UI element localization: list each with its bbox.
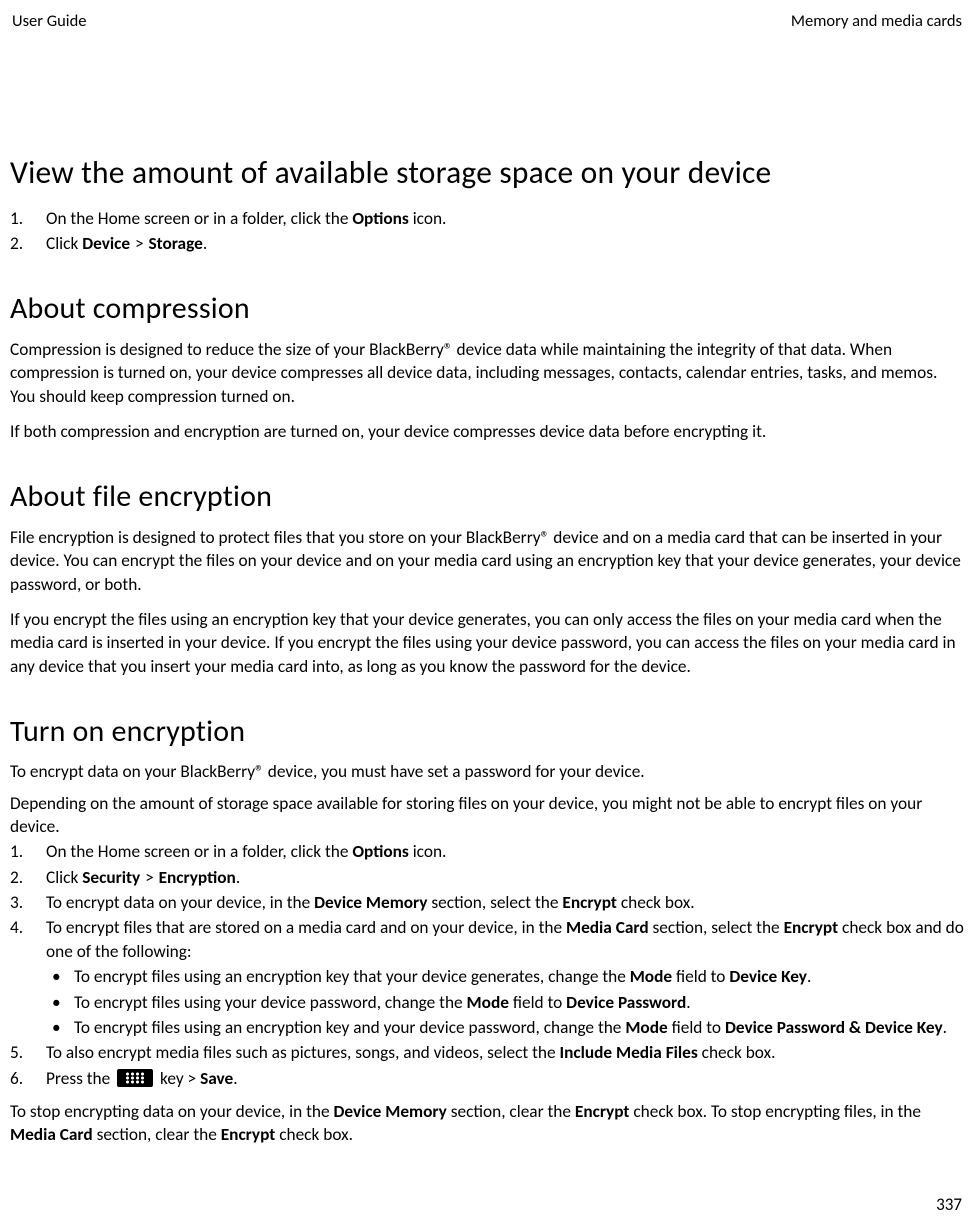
- list-item: To also encrypt media files such as pict…: [10, 1041, 964, 1064]
- paragraph: To stop encrypting data on your device, …: [10, 1100, 964, 1147]
- text: Press the: [46, 1068, 114, 1089]
- bold: Mode: [467, 992, 509, 1013]
- heading-view-storage: View the amount of available storage spa…: [10, 152, 964, 195]
- sub-bullets: To encrypt files using an encryption key…: [46, 965, 964, 1039]
- list-item: To encrypt files using an encryption key…: [46, 965, 964, 988]
- bold: Mode: [625, 1017, 667, 1038]
- text: To stop encrypting data on your device, …: [10, 1101, 333, 1122]
- bold: Encryption: [159, 867, 236, 888]
- list-item: To encrypt files using your device passw…: [46, 991, 964, 1014]
- bold: Encrypt: [562, 892, 617, 913]
- text: On the Home screen or in a folder, click…: [46, 208, 352, 229]
- header-right: Memory and media cards: [791, 10, 962, 32]
- paragraph: File encryption is designed to protect f…: [10, 526, 964, 596]
- list-item: To encrypt files using an encryption key…: [46, 1016, 964, 1039]
- heading-compression: About compression: [10, 289, 964, 330]
- text: section, select the: [427, 892, 562, 913]
- text: section, clear the: [447, 1101, 575, 1122]
- bold: Encrypt: [221, 1124, 276, 1145]
- text: icon.: [409, 841, 447, 862]
- list-item: Press the key > Save.: [10, 1067, 964, 1090]
- text: check box.: [698, 1042, 776, 1063]
- text: To encrypt files that are stored on a me…: [46, 917, 566, 938]
- paragraph: If you encrypt the files using an encryp…: [10, 608, 964, 678]
- page-number: 337: [936, 1194, 962, 1217]
- bold: Save: [200, 1068, 233, 1089]
- bold: Security: [82, 867, 140, 888]
- text: section, clear the: [93, 1124, 221, 1145]
- text: To also encrypt media files such as pict…: [46, 1042, 559, 1063]
- heading-file-encryption: About file encryption: [10, 477, 964, 518]
- paragraph: Compression is designed to reduce the si…: [10, 338, 964, 408]
- text: .: [236, 867, 240, 888]
- bold: Device Memory: [314, 892, 427, 913]
- list-item: Click Device > Storage.: [10, 232, 964, 255]
- bold: Mode: [630, 966, 672, 987]
- bold: Encrypt: [575, 1101, 630, 1122]
- bold: Options: [352, 841, 408, 862]
- text: To encrypt data on your device, in the: [46, 892, 314, 913]
- bold: Encrypt: [784, 917, 839, 938]
- text: To encrypt files using an encryption key…: [74, 966, 630, 987]
- breadcrumb-separator: >: [130, 233, 148, 254]
- paragraph: Depending on the amount of storage space…: [10, 792, 964, 839]
- text: .: [686, 992, 690, 1013]
- paragraph: If both compression and encryption are t…: [10, 420, 964, 443]
- bold: Device Memory: [333, 1101, 446, 1122]
- text: field to: [672, 966, 729, 987]
- text: check box.: [617, 892, 695, 913]
- list-item: On the Home screen or in a folder, click…: [10, 207, 964, 230]
- text: .: [943, 1017, 947, 1038]
- text: check box. To stop encrypting files, in …: [629, 1101, 921, 1122]
- breadcrumb-separator: >: [140, 867, 158, 888]
- list-item: To encrypt files that are stored on a me…: [10, 916, 964, 1039]
- text: field to: [668, 1017, 725, 1038]
- bold: Device Password & Device Key: [725, 1017, 943, 1038]
- text: .: [233, 1068, 237, 1089]
- text: On the Home screen or in a folder, click…: [46, 841, 352, 862]
- bold: Storage: [149, 233, 203, 254]
- bold: Media Card: [566, 917, 649, 938]
- text: section, select the: [649, 917, 784, 938]
- text: key >: [156, 1068, 200, 1089]
- text: check box.: [275, 1124, 353, 1145]
- paragraph: To encrypt data on your BlackBerry® devi…: [10, 760, 964, 783]
- bold: Options: [352, 208, 408, 229]
- text: To encrypt files using your device passw…: [74, 992, 467, 1013]
- text: icon.: [409, 208, 447, 229]
- list-item: To encrypt data on your device, in the D…: [10, 891, 964, 914]
- text: .: [203, 233, 207, 254]
- text: To encrypt files using an encryption key…: [74, 1017, 625, 1038]
- steps-view-storage: On the Home screen or in a folder, click…: [10, 207, 964, 256]
- list-item: On the Home screen or in a folder, click…: [10, 840, 964, 863]
- list-item: Click Security > Encryption.: [10, 866, 964, 889]
- text: field to: [509, 992, 566, 1013]
- bold: Device: [82, 233, 130, 254]
- bold: Device Key: [729, 966, 807, 987]
- text: .: [807, 966, 811, 987]
- heading-turn-on-encryption: Turn on encryption: [10, 712, 964, 753]
- running-header: User Guide Memory and media cards: [10, 10, 964, 32]
- text: Click: [46, 867, 82, 888]
- menu-key-icon: [117, 1069, 153, 1087]
- text: Click: [46, 233, 82, 254]
- bold: Media Card: [10, 1124, 93, 1145]
- page: User Guide Memory and media cards View t…: [0, 0, 974, 1227]
- bold: Include Media Files: [559, 1042, 697, 1063]
- bold: Device Password: [566, 992, 686, 1013]
- header-left: User Guide: [12, 10, 86, 32]
- steps-encryption: On the Home screen or in a folder, click…: [10, 840, 964, 1089]
